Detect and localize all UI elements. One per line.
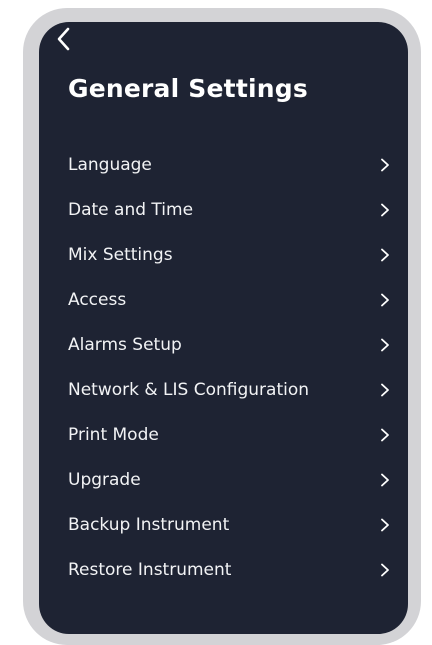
page-title: General Settings (68, 74, 308, 103)
menu-item-label: Alarms Setup (68, 334, 182, 355)
menu-item-date-and-time[interactable]: Date and Time (39, 187, 408, 232)
chevron-right-icon (380, 428, 390, 442)
chevron-right-icon (380, 518, 390, 532)
menu-item-restore-instrument[interactable]: Restore Instrument (39, 547, 408, 592)
chevron-right-icon (380, 473, 390, 487)
chevron-right-icon (380, 158, 390, 172)
chevron-right-icon (380, 338, 390, 352)
menu-item-alarms-setup[interactable]: Alarms Setup (39, 322, 408, 367)
menu-item-label: Print Mode (68, 424, 159, 445)
menu-item-label: Access (68, 289, 127, 310)
menu-item-backup-instrument[interactable]: Backup Instrument (39, 502, 408, 547)
chevron-right-icon (380, 203, 390, 217)
menu-item-upgrade[interactable]: Upgrade (39, 457, 408, 502)
chevron-right-icon (380, 563, 390, 577)
settings-screen: General Settings Language Date and Time … (39, 22, 408, 634)
menu-item-label: Restore Instrument (68, 559, 232, 580)
menu-item-mix-settings[interactable]: Mix Settings (39, 232, 408, 277)
back-button[interactable] (52, 26, 74, 52)
chevron-right-icon (380, 293, 390, 307)
menu-item-access[interactable]: Access (39, 277, 408, 322)
menu-item-label: Mix Settings (68, 244, 173, 265)
menu-item-language[interactable]: Language (39, 142, 408, 187)
settings-menu: Language Date and Time Mix Settings Acce… (39, 142, 408, 592)
menu-item-label: Backup Instrument (68, 514, 230, 535)
menu-item-label: Upgrade (68, 469, 141, 490)
chevron-right-icon (380, 383, 390, 397)
menu-item-label: Date and Time (68, 199, 194, 220)
chevron-right-icon (380, 248, 390, 262)
chevron-left-icon (57, 27, 70, 51)
menu-item-label: Language (68, 154, 152, 175)
menu-item-network-lis-configuration[interactable]: Network & LIS Configuration (39, 367, 408, 412)
menu-item-print-mode[interactable]: Print Mode (39, 412, 408, 457)
menu-item-label: Network & LIS Configuration (68, 379, 310, 400)
